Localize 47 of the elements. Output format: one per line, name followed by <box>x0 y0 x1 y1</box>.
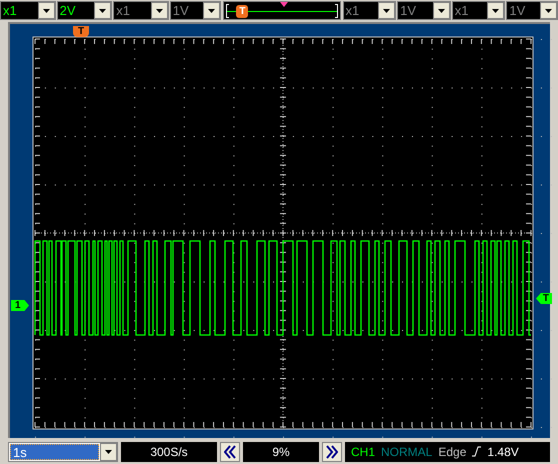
scroll-right-button[interactable] <box>322 442 342 462</box>
caret-icon <box>156 8 163 12</box>
caret-icon <box>492 8 500 12</box>
dropdown[interactable]: 2V <box>56 1 112 20</box>
dropdown[interactable]: x1 <box>0 1 56 20</box>
caret-icon <box>99 8 106 12</box>
dropdown-value: x1 <box>344 2 360 19</box>
caret-icon <box>208 8 216 12</box>
caret-button[interactable] <box>100 442 117 460</box>
double-chevron-right-icon <box>326 444 338 458</box>
caret-icon <box>544 8 552 12</box>
dropdown-value: 1s <box>10 444 99 460</box>
trigger-position-slider[interactable]: T <box>223 1 341 20</box>
position-readout: 9% <box>243 442 319 462</box>
caret-icon <box>438 8 445 12</box>
trigger-time-marker[interactable]: T <box>73 26 89 37</box>
caret-button[interactable] <box>38 2 55 19</box>
timebase-dropdown[interactable]: 1s <box>8 442 118 462</box>
dropdown-value: x1 <box>115 2 131 19</box>
trigger-point-icon <box>280 2 288 7</box>
dropdown-value: x1 <box>454 2 470 19</box>
caret-icon <box>42 8 50 12</box>
sample-rate: 300S/s <box>121 442 217 462</box>
trigger-status-text: NORMAL <box>381 444 432 460</box>
caret-button[interactable] <box>432 2 450 19</box>
trigger-status-text: 1.48V <box>487 444 519 460</box>
dropdown-value: x1 <box>2 2 18 19</box>
trigger-level-marker[interactable]: T <box>536 293 552 304</box>
trigger-status-text: CH1 <box>351 444 376 460</box>
dropdown-value: 1V <box>399 2 418 19</box>
slider-handle[interactable]: T <box>236 5 248 18</box>
dropdown-value: 1V <box>172 2 190 19</box>
dropdown-value: 2V <box>58 2 76 19</box>
scroll-left-button[interactable] <box>220 442 240 462</box>
caret-button[interactable] <box>150 2 168 19</box>
caret-button[interactable] <box>94 2 112 19</box>
caret-icon <box>383 8 390 12</box>
rising-edge-icon <box>472 446 482 457</box>
double-chevron-left-icon <box>224 444 236 458</box>
caret-button[interactable] <box>540 2 557 19</box>
caret-icon <box>105 450 112 454</box>
trigger-status-text: Edge <box>438 444 466 460</box>
channel-marker[interactable]: 1 <box>11 300 29 311</box>
dropdown-value: 1V <box>508 2 526 19</box>
caret-button[interactable] <box>203 2 220 19</box>
caret-button[interactable] <box>378 2 396 19</box>
caret-button[interactable] <box>487 2 504 19</box>
